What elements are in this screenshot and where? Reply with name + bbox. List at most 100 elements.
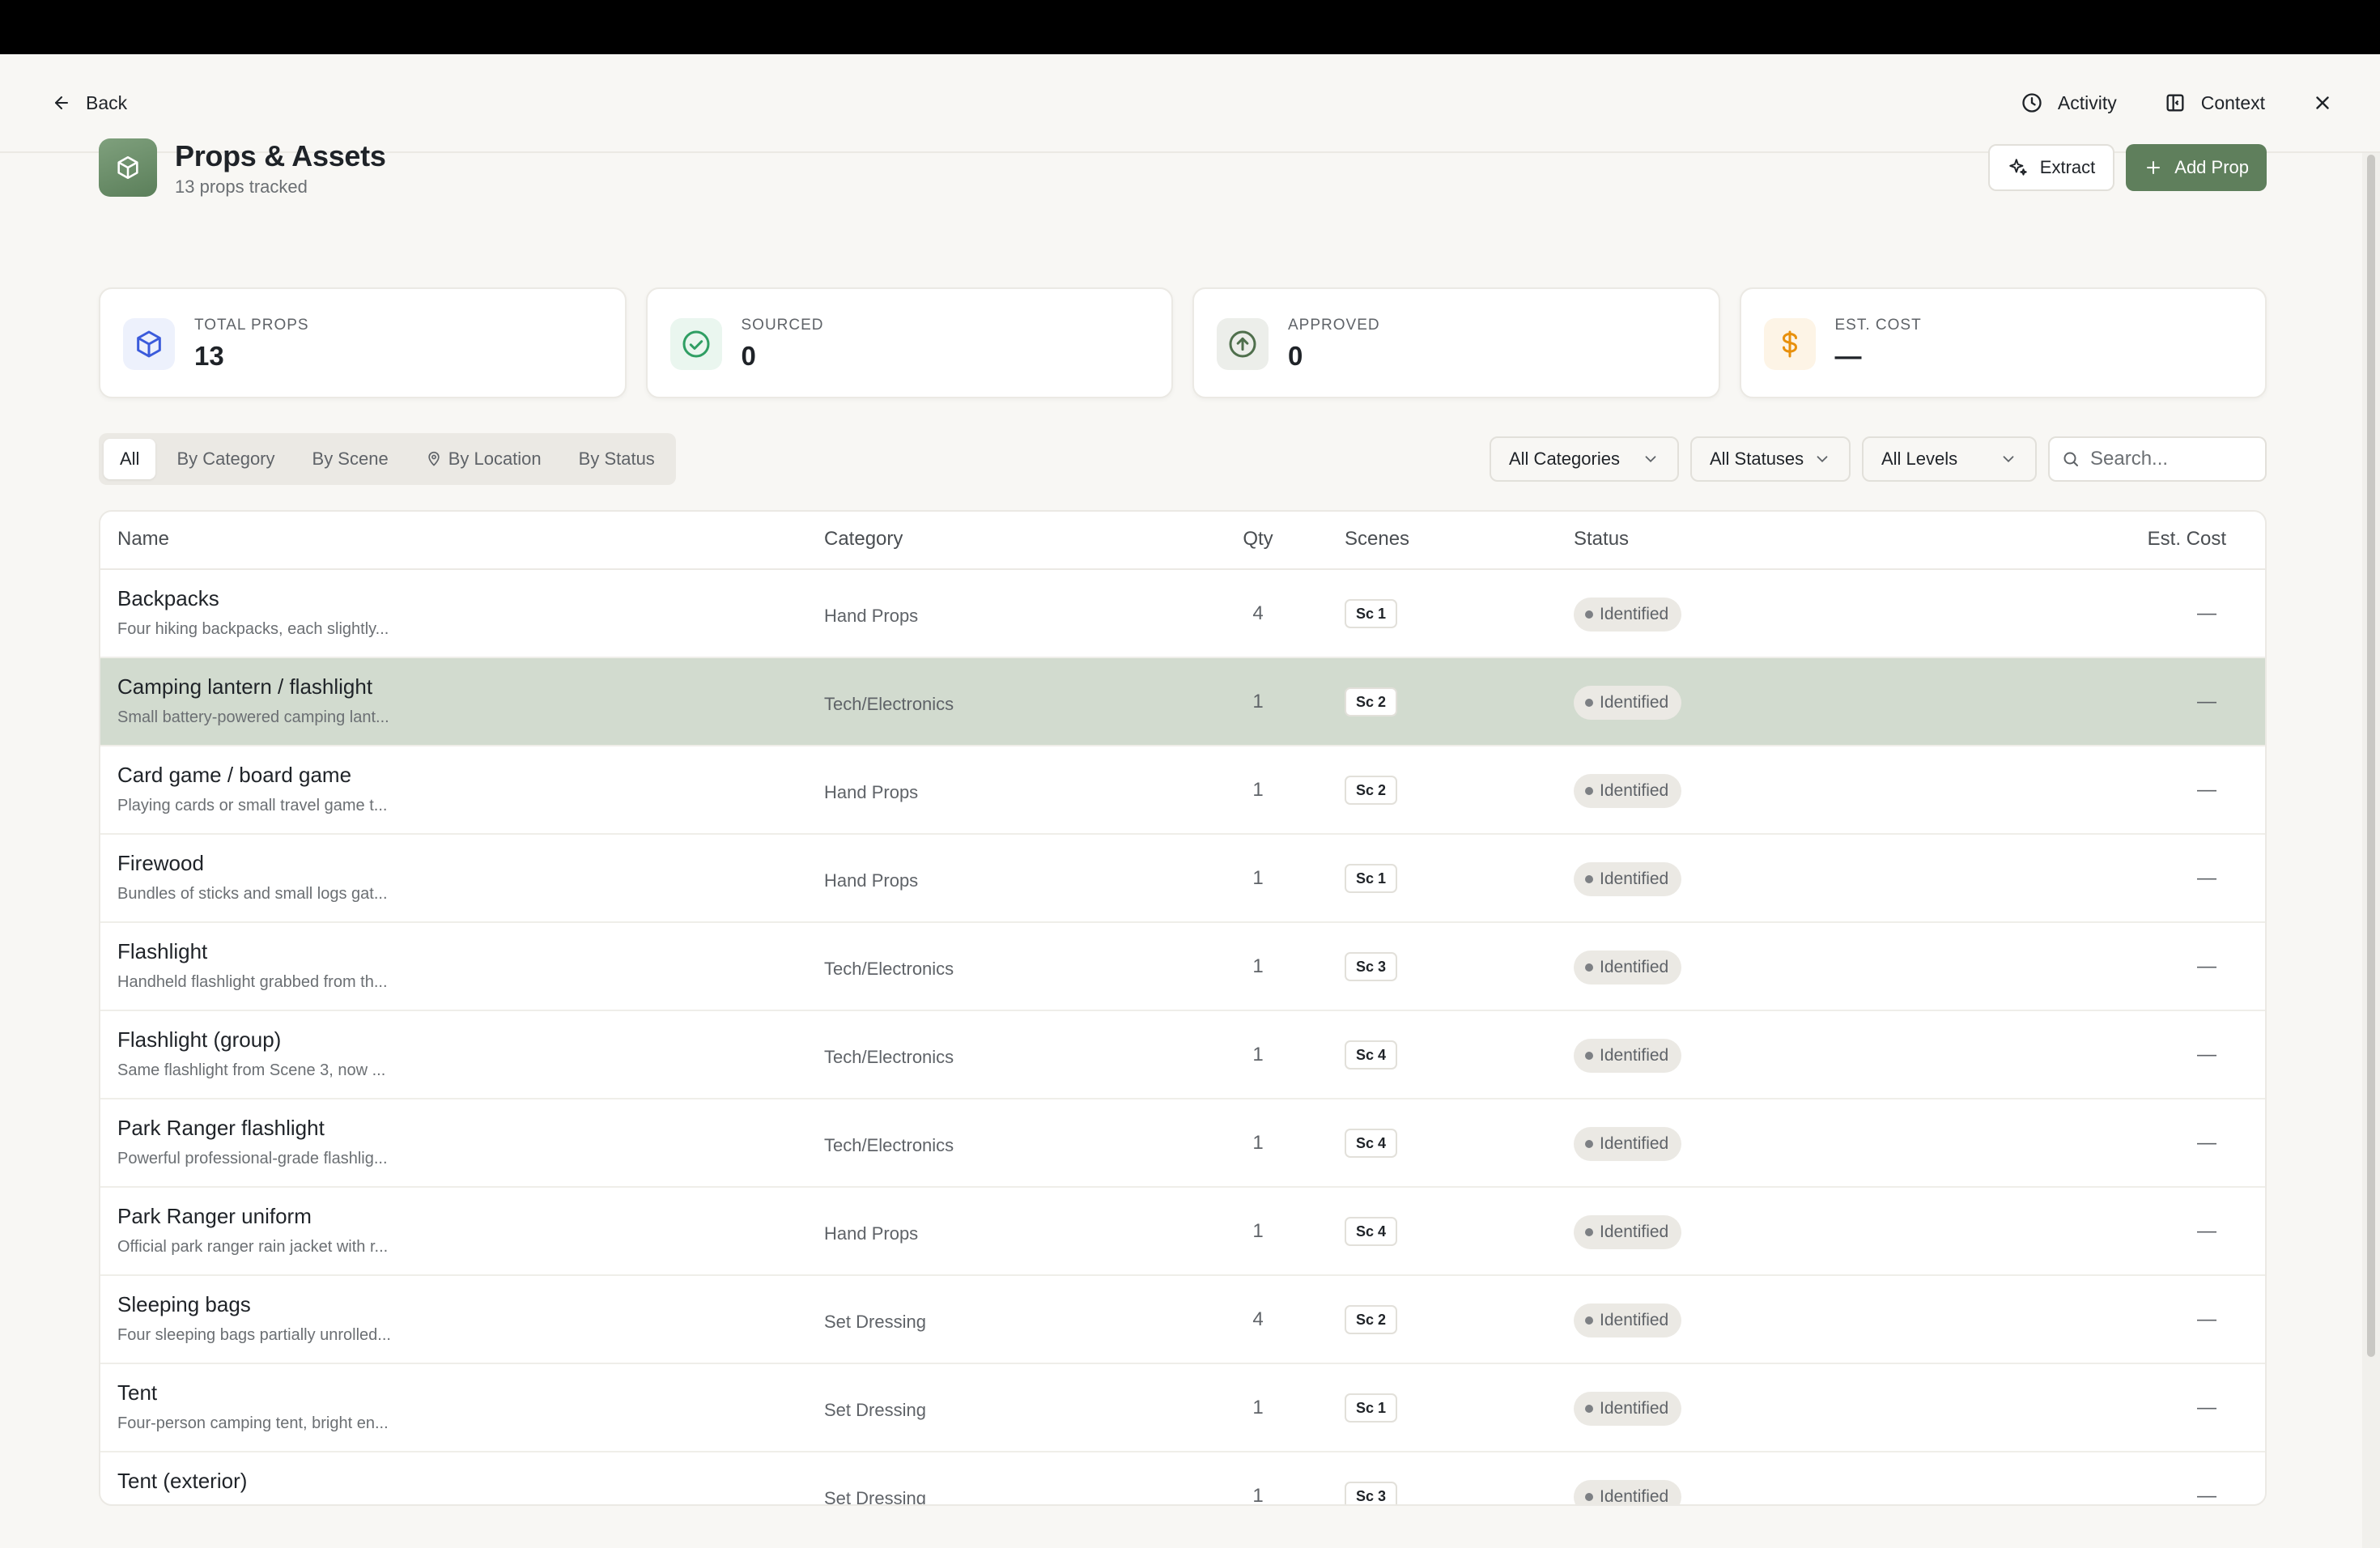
column-header-qty[interactable]: Qty <box>1234 528 1282 551</box>
status-badge: Identified <box>1574 686 1682 720</box>
status-label: Identified <box>1600 958 1669 976</box>
level-filter[interactable]: All Levels <box>1862 436 2037 482</box>
status-label: Identified <box>1600 1399 1669 1418</box>
scene-badge[interactable]: Sc 3 <box>1345 952 1398 981</box>
back-button[interactable]: Back <box>52 92 127 114</box>
tab-label: By Status <box>578 449 655 469</box>
prop-name: Flashlight <box>117 939 208 963</box>
table-row[interactable]: Tent (exterior) The tent from Scene 1, n… <box>100 1452 2265 1504</box>
scene-badge[interactable]: Sc 4 <box>1345 1040 1398 1070</box>
prop-qty: 1 <box>1252 691 1264 712</box>
arrow-left-icon <box>52 93 71 113</box>
scene-badge[interactable]: Sc 2 <box>1345 776 1398 805</box>
edit-button[interactable] <box>2263 1483 2265 1504</box>
scene-badge[interactable]: Sc 1 <box>1345 864 1398 893</box>
tab-by-scene[interactable]: By Scene <box>296 439 405 479</box>
dollar-icon <box>1763 318 1816 370</box>
table-row[interactable]: Park Ranger uniform Official park ranger… <box>100 1188 2265 1276</box>
close-button[interactable] <box>2312 92 2333 113</box>
tab-by-status[interactable]: By Status <box>563 439 671 479</box>
prop-name: Flashlight (group) <box>117 1027 282 1052</box>
table-row[interactable]: Card game / board game Playing cards or … <box>100 746 2265 835</box>
prop-cost: — <box>2197 1220 2216 1242</box>
status-dot <box>1585 1405 1593 1413</box>
table-row[interactable]: Backpacks Four hiking backpacks, each sl… <box>100 570 2265 658</box>
edit-button[interactable] <box>2263 1130 2265 1156</box>
check-circle-icon <box>669 318 722 370</box>
column-header-name[interactable]: Name <box>117 528 169 551</box>
prop-description: Official park ranger rain jacket with r.… <box>117 1238 389 1256</box>
scene-badge[interactable]: Sc 3 <box>1345 1482 1398 1504</box>
sparkles-icon <box>2008 157 2029 178</box>
edit-button[interactable] <box>2263 1218 2265 1244</box>
scene-badge[interactable]: Sc 1 <box>1345 1393 1398 1423</box>
status-label: Identified <box>1600 1311 1669 1329</box>
column-header-cost[interactable]: Est. Cost <box>2040 528 2226 551</box>
column-header-scenes[interactable]: Scenes <box>1345 528 1409 551</box>
stat-value: — <box>1834 341 1862 371</box>
pencil-icon <box>2263 954 2265 980</box>
table-row[interactable]: Camping lantern / flashlight Small batte… <box>100 658 2265 746</box>
edit-button[interactable] <box>2263 1042 2265 1068</box>
pencil-icon <box>2263 601 2265 627</box>
scrollbar-thumb[interactable] <box>2367 155 2375 1357</box>
column-header-category[interactable]: Category <box>824 528 903 551</box>
page-header: Props & Assets 13 props tracked Extract … <box>99 136 2267 198</box>
table-row[interactable]: Flashlight (group) Same flashlight from … <box>100 1011 2265 1099</box>
edit-button[interactable] <box>2263 1395 2265 1421</box>
prop-description: Four sleeping bags partially unrolled... <box>117 1326 391 1344</box>
prop-description: Small battery-powered camping lant... <box>117 708 389 726</box>
view-tabs: All By Category By Scene By Location By … <box>99 433 676 485</box>
edit-button[interactable] <box>2263 689 2265 715</box>
scene-badge[interactable]: Sc 4 <box>1345 1217 1398 1246</box>
status-badge: Identified <box>1574 862 1682 896</box>
prop-description: Handheld flashlight grabbed from th... <box>117 973 388 991</box>
table-header: Name Category Qty Scenes Status Est. Cos… <box>100 512 2265 570</box>
activity-button[interactable]: Activity <box>2021 91 2117 114</box>
prop-category: Tech/Electronics <box>824 694 954 714</box>
scene-badge[interactable]: Sc 4 <box>1345 1129 1398 1158</box>
table-row[interactable]: Tent Four-person camping tent, bright en… <box>100 1364 2265 1452</box>
edit-button[interactable] <box>2263 601 2265 627</box>
context-button[interactable]: Context <box>2164 91 2265 114</box>
edit-button[interactable] <box>2263 1307 2265 1333</box>
tab-all[interactable]: All <box>104 439 156 479</box>
pencil-icon <box>2263 1042 2265 1068</box>
status-dot <box>1585 699 1593 707</box>
status-badge: Identified <box>1574 1392 1682 1426</box>
scene-badge[interactable]: Sc 2 <box>1345 687 1398 717</box>
table-row[interactable]: Firewood Bundles of sticks and small log… <box>100 835 2265 923</box>
clock-icon <box>2021 91 2043 114</box>
status-filter-value: All Statuses <box>1710 449 1804 469</box>
scene-badge[interactable]: Sc 2 <box>1345 1305 1398 1334</box>
prop-description: Four hiking backpacks, each slightly... <box>117 620 389 638</box>
prop-name: Backpacks <box>117 586 219 610</box>
column-header-status[interactable]: Status <box>1574 528 1629 551</box>
add-prop-label: Add Prop <box>2174 157 2249 177</box>
status-label: Identified <box>1600 693 1669 712</box>
prop-description: Same flashlight from Scene 3, now ... <box>117 1061 386 1079</box>
add-prop-button[interactable]: Add Prop <box>2126 144 2267 191</box>
search-input[interactable] <box>2090 448 2252 470</box>
status-label: Identified <box>1600 605 1669 623</box>
table-row[interactable]: Flashlight Handheld flashlight grabbed f… <box>100 923 2265 1011</box>
prop-qty: 1 <box>1252 1397 1264 1418</box>
pencil-icon <box>2263 1130 2265 1156</box>
category-filter[interactable]: All Categories <box>1490 436 1679 482</box>
status-filter[interactable]: All Statuses <box>1690 436 1851 482</box>
table-row[interactable]: Park Ranger flashlight Powerful professi… <box>100 1099 2265 1188</box>
edit-button[interactable] <box>2263 865 2265 891</box>
tab-by-location[interactable]: By Location <box>410 439 558 479</box>
scrollbar[interactable] <box>2362 153 2380 1548</box>
prop-cost: — <box>2197 867 2216 889</box>
edit-button[interactable] <box>2263 777 2265 803</box>
table-row[interactable]: Sleeping bags Four sleeping bags partial… <box>100 1276 2265 1364</box>
stat-label: TOTAL PROPS <box>194 317 309 334</box>
edit-button[interactable] <box>2263 954 2265 980</box>
extract-button[interactable]: Extract <box>1987 144 2115 191</box>
status-label: Identified <box>1600 781 1669 800</box>
prop-qty: 4 <box>1252 1308 1264 1330</box>
scene-badge[interactable]: Sc 1 <box>1345 599 1398 628</box>
extract-label: Extract <box>2039 157 2096 177</box>
tab-by-category[interactable]: By Category <box>160 439 291 479</box>
